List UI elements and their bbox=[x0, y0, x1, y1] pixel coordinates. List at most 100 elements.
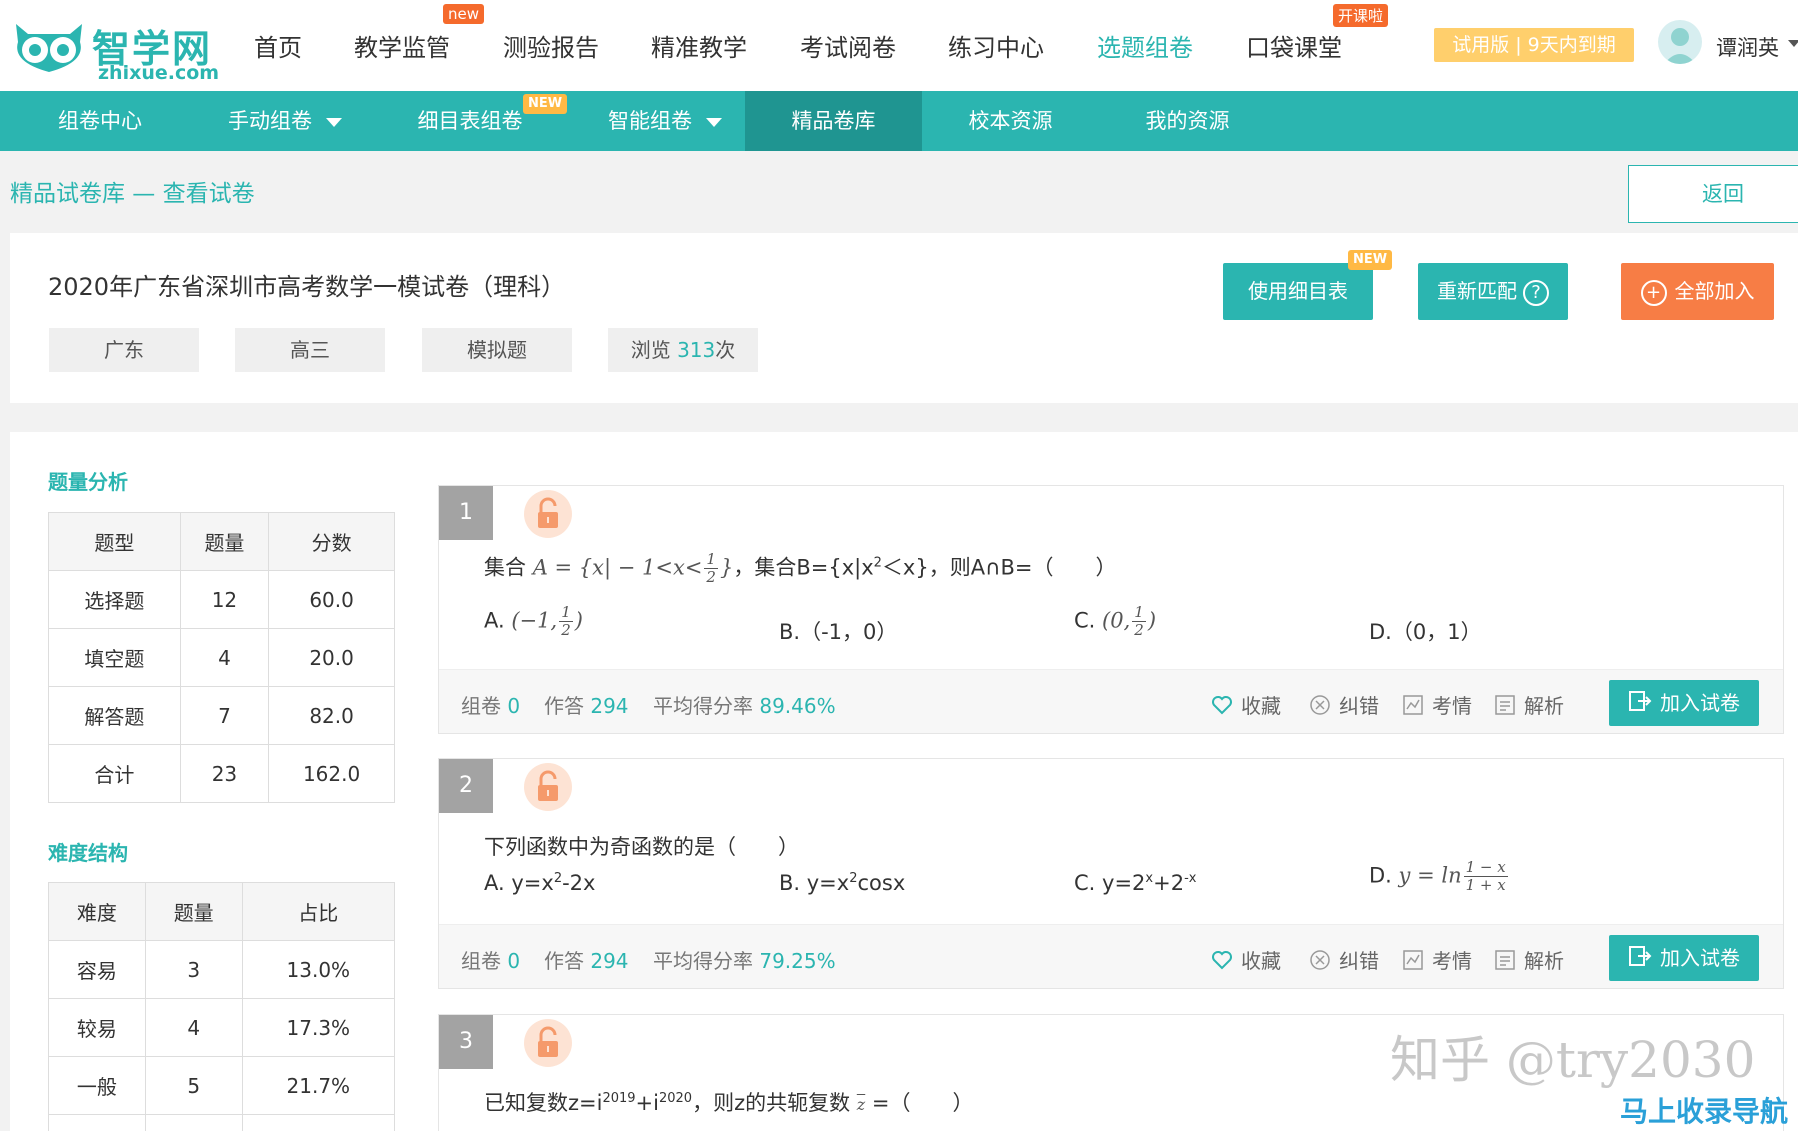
nav-precise-teaching[interactable]: 精准教学 bbox=[651, 28, 747, 63]
option-text: cosx bbox=[857, 871, 906, 895]
add-all-button[interactable]: + 全部加入 bbox=[1621, 263, 1774, 320]
list-check-icon bbox=[1494, 949, 1516, 976]
exam-info-action[interactable]: 考情 bbox=[1402, 945, 1472, 976]
user-avatar[interactable] bbox=[1658, 20, 1702, 64]
heart-icon bbox=[1211, 950, 1233, 975]
add-to-paper-button[interactable]: 加入试卷 bbox=[1609, 935, 1759, 981]
views-prefix: 浏览 bbox=[630, 338, 678, 362]
stat-label: 组卷 bbox=[461, 694, 501, 718]
user-name[interactable]: 谭润英 bbox=[1716, 32, 1779, 62]
table-row: 容易 3 13.0% bbox=[48, 940, 396, 999]
nav-exam-grading[interactable]: 考试阅卷 bbox=[800, 28, 896, 63]
subnav-assembly-center[interactable]: 组卷中心 bbox=[0, 91, 200, 151]
nav-home[interactable]: 首页 bbox=[254, 28, 302, 63]
unlock-icon[interactable] bbox=[524, 763, 572, 811]
rematch-label: 重新匹配 bbox=[1437, 279, 1517, 303]
table-cell: 82.0 bbox=[268, 686, 395, 745]
use-detail-table-button[interactable]: 使用细目表 bbox=[1223, 263, 1373, 320]
table-cell: 12 bbox=[179, 570, 270, 629]
favorite-action[interactable]: 收藏 bbox=[1211, 945, 1281, 975]
subnav-my-resources[interactable]: 我的资源 bbox=[1099, 91, 1276, 151]
table-cell: 解答题 bbox=[48, 686, 181, 745]
table-cell: 合计 bbox=[48, 744, 181, 803]
table-cell: 一般 bbox=[48, 1056, 146, 1115]
table-cell bbox=[144, 1114, 243, 1131]
subnav-smart-assembly[interactable]: 智能组卷 bbox=[580, 91, 750, 151]
breadcrumb[interactable]: 精品试卷库 — 查看试卷 bbox=[10, 174, 255, 208]
table-row: 解答题 7 82.0 bbox=[48, 686, 395, 745]
question-number: 2 bbox=[439, 759, 493, 813]
stem-sup: 2019 bbox=[602, 1091, 636, 1106]
subnav-school-resources[interactable]: 校本资源 bbox=[922, 91, 1099, 151]
frac-numerator: 1 bbox=[1132, 603, 1146, 622]
stat-avg-rate: 平均得分率 89.46% bbox=[653, 690, 836, 719]
stat-label: 组卷 bbox=[461, 949, 501, 973]
rematch-button[interactable]: 重新匹配? bbox=[1418, 263, 1568, 320]
report-error-action[interactable]: 纠错 bbox=[1309, 690, 1379, 721]
stat-value: 89.46% bbox=[759, 694, 836, 718]
stat-value: 294 bbox=[590, 694, 629, 718]
nav-teaching-supervision[interactable]: 教学监管 bbox=[354, 28, 450, 63]
option-a[interactable]: A. (−1, 1 2) bbox=[484, 604, 583, 639]
stat-label: 平均得分率 bbox=[653, 694, 753, 718]
exam-info-action[interactable]: 考情 bbox=[1402, 690, 1472, 721]
nav-question-assembly[interactable]: 选题组卷 bbox=[1097, 28, 1193, 63]
add-to-paper-button[interactable]: 加入试卷 bbox=[1609, 680, 1759, 726]
stem-text: ，集合B={x|x bbox=[733, 555, 874, 580]
nav-practice-center[interactable]: 练习中心 bbox=[948, 28, 1044, 63]
option-label: D. bbox=[1369, 863, 1392, 888]
stat-assembled: 组卷 0 bbox=[461, 690, 520, 719]
analysis-table: 题型 题量 分数 选择题 12 60.0 填空题 4 20.0 解答题 7 82.0 合计 2… bbox=[48, 512, 395, 803]
option-c[interactable]: C. y=2x+2-x bbox=[1074, 871, 1196, 895]
table-cell: 5 bbox=[144, 1056, 243, 1115]
option-c[interactable]: C. (0, 1 2) bbox=[1074, 604, 1156, 639]
frac-numerator: 1 bbox=[704, 550, 718, 569]
list-check-icon bbox=[1494, 694, 1516, 721]
option-a[interactable]: A. y=x2-2x bbox=[484, 871, 595, 895]
close-circle-icon bbox=[1309, 694, 1331, 721]
unlock-icon[interactable] bbox=[524, 1019, 572, 1067]
stem-text: ，则z的共轭复数 bbox=[692, 1091, 851, 1115]
subnav-manual-assembly[interactable]: 手动组卷 bbox=[200, 91, 370, 151]
close-circle-icon bbox=[1309, 949, 1331, 976]
subnav-label: 智能组卷 bbox=[608, 109, 692, 133]
option-sup: -x bbox=[1184, 871, 1197, 886]
stem-sup: 2 bbox=[873, 555, 882, 571]
tag-grade: 高三 bbox=[235, 328, 385, 372]
report-error-action[interactable]: 纠错 bbox=[1309, 945, 1379, 976]
table-cell: 7 bbox=[179, 686, 270, 745]
nav-quiz-report[interactable]: 测验报告 bbox=[503, 28, 599, 63]
paper-title: 2020年广东省深圳市高考数学一模试卷（理科） bbox=[48, 273, 566, 301]
add-label: 加入试卷 bbox=[1660, 946, 1740, 970]
table-cell: 选择题 bbox=[48, 570, 181, 629]
explanation-action[interactable]: 解析 bbox=[1494, 945, 1564, 976]
stem-text: 已知复数z=i bbox=[484, 1091, 603, 1115]
action-label: 考情 bbox=[1432, 694, 1472, 718]
option-d[interactable]: D.（0，1） bbox=[1369, 616, 1482, 646]
explanation-action[interactable]: 解析 bbox=[1494, 690, 1564, 721]
favorite-action[interactable]: 收藏 bbox=[1211, 690, 1281, 720]
option-fraction: 1 − x1 + x bbox=[1463, 858, 1508, 894]
table-header-row: 难度 题量 占比 bbox=[48, 882, 396, 941]
option-b[interactable]: B. y=x2cosx bbox=[779, 871, 905, 895]
back-button[interactable]: 返回 bbox=[1628, 165, 1798, 223]
subnav-premium-papers[interactable]: 精品卷库 bbox=[745, 91, 922, 151]
chevron-down-icon bbox=[706, 117, 722, 127]
nav-pocket-class[interactable]: 口袋课堂 bbox=[1246, 28, 1342, 63]
subnav-label: 校本资源 bbox=[968, 109, 1053, 133]
option-text: -2x bbox=[562, 871, 596, 895]
option-b[interactable]: B.（-1，0） bbox=[779, 616, 897, 646]
brand-domain: zhixue.com bbox=[98, 62, 220, 84]
table-row bbox=[48, 1114, 396, 1131]
stat-answered: 作答 294 bbox=[544, 945, 629, 974]
option-d[interactable]: D. y = ln 1 − x1 + x bbox=[1369, 859, 1510, 894]
frac-numerator: 1 − x bbox=[1463, 858, 1508, 877]
option-math-end: ) bbox=[1147, 608, 1157, 633]
unlock-icon[interactable] bbox=[524, 490, 572, 538]
option-label: C. bbox=[1074, 608, 1096, 633]
user-menu-caret-icon[interactable] bbox=[1788, 40, 1798, 47]
frac-denominator: 2 bbox=[1134, 621, 1144, 639]
frac-denominator: 2 bbox=[706, 568, 716, 586]
trial-badge[interactable]: 试用版 | 9天内到期 bbox=[1434, 28, 1634, 62]
brand-logo[interactable]: 智学网 zhixue.com bbox=[10, 12, 219, 84]
